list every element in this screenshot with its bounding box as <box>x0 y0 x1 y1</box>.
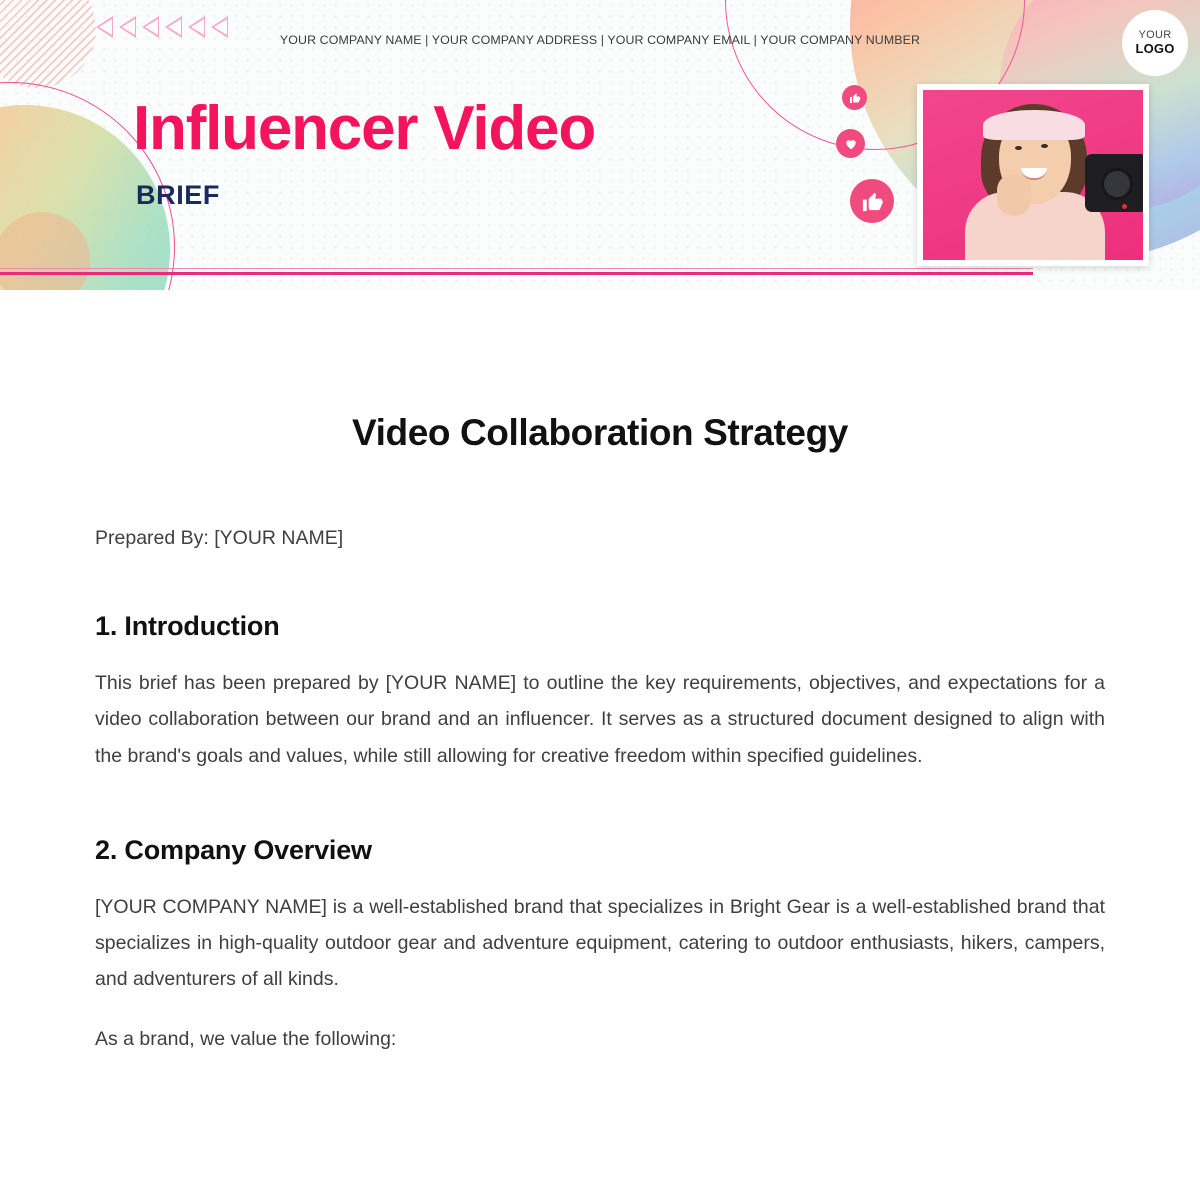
section-body-company-values-intro: As a brand, we value the following: <box>95 1027 397 1050</box>
company-logo-badge: YOUR LOGO <box>1122 10 1188 76</box>
thumbs-up-small-icon <box>842 85 867 110</box>
document-header-banner: YOUR COMPANY NAME | YOUR COMPANY ADDRESS… <box>0 0 1200 290</box>
photo-subject-eye <box>1015 146 1022 150</box>
page-title: Video Collaboration Strategy <box>352 412 848 453</box>
logo-line-two: LOGO <box>1135 40 1175 56</box>
company-contact-line: YOUR COMPANY NAME | YOUR COMPANY ADDRESS… <box>279 33 921 47</box>
document-page: YOUR COMPANY NAME | YOUR COMPANY ADDRESS… <box>0 0 1200 1200</box>
section-heading-company-overview: 2. Company Overview <box>95 834 372 865</box>
thumbs-up-large-icon <box>850 179 894 223</box>
banner-subtitle: BRIEF <box>136 180 220 210</box>
influencer-photo <box>923 90 1143 260</box>
photo-subject-headband <box>983 110 1085 140</box>
banner-divider <box>0 272 1033 275</box>
heart-icon <box>836 129 865 158</box>
camera-lens-icon <box>1101 168 1133 200</box>
banner-title: Influencer Video <box>133 94 596 163</box>
influencer-photo-card <box>917 84 1149 266</box>
photo-subject-eye <box>1041 144 1048 148</box>
section-body-introduction: This brief has been prepared by [YOUR NA… <box>95 672 1105 767</box>
prepared-by-line: Prepared By: [YOUR NAME] <box>95 527 344 549</box>
photo-subject-hand <box>997 174 1031 216</box>
banner-divider-thin <box>0 268 1033 269</box>
section-heading-introduction: 1. Introduction <box>95 611 280 641</box>
document-body: Video Collaboration Strategy Prepared By… <box>0 412 1200 1057</box>
section-body-company-overview: [YOUR COMPANY NAME] is a well-establishe… <box>95 895 1105 991</box>
camera-record-light-icon <box>1122 204 1127 209</box>
